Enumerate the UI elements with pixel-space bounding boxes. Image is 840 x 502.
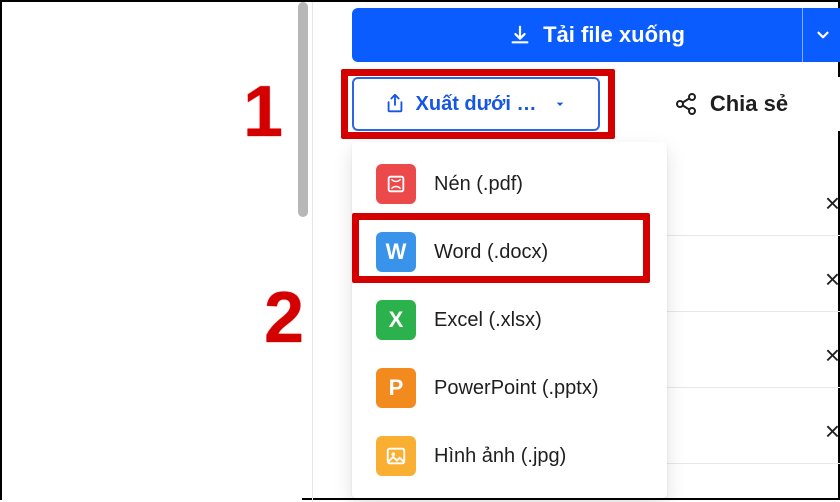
word-icon: W [376,232,416,272]
menu-item-word[interactable]: W Word (.docx) [352,218,667,286]
menu-item-pdf[interactable]: Nén (.pdf) [352,150,667,218]
pane-divider [312,2,313,502]
pdf-icon [376,164,416,204]
share-icon [674,92,698,116]
download-more-button[interactable] [802,8,840,62]
excel-icon: X [376,300,416,340]
powerpoint-icon: P [376,368,416,408]
menu-item-label: Excel (.xlsx) [434,309,542,332]
export-icon [384,93,406,115]
menu-item-image[interactable]: Hình ảnh (.jpg) [352,422,667,490]
menu-item-label: Hình ảnh (.jpg) [434,445,566,468]
menu-item-label: Word (.docx) [434,241,548,264]
share-button[interactable]: Chia sẻ [620,77,840,131]
menu-item-excel[interactable]: X Excel (.xlsx) [352,286,667,354]
menu-item-label: Nén (.pdf) [434,173,523,196]
image-icon [376,436,416,476]
share-label: Chia sẻ [710,91,788,117]
export-label: Xuất dưới … [416,93,537,116]
download-label: Tải file xuống [543,22,685,48]
export-menu: Nén (.pdf) W Word (.docx) X Excel (.xlsx… [352,142,667,498]
chevron-down-icon [552,96,568,112]
menu-item-label: PowerPoint (.pptx) [434,377,599,400]
menu-item-powerpoint[interactable]: P PowerPoint (.pptx) [352,354,667,422]
list-row-close[interactable]: × [667,324,840,388]
list-row-close[interactable]: × [667,400,840,464]
export-as-button[interactable]: Xuất dưới … [352,77,600,131]
list-row-close[interactable]: × [667,248,840,312]
list-row-close[interactable]: × [667,172,840,236]
scrollbar[interactable] [298,2,308,217]
download-icon [509,24,531,46]
download-button[interactable]: Tải file xuống [352,8,840,62]
document-preview-pane [2,2,302,502]
